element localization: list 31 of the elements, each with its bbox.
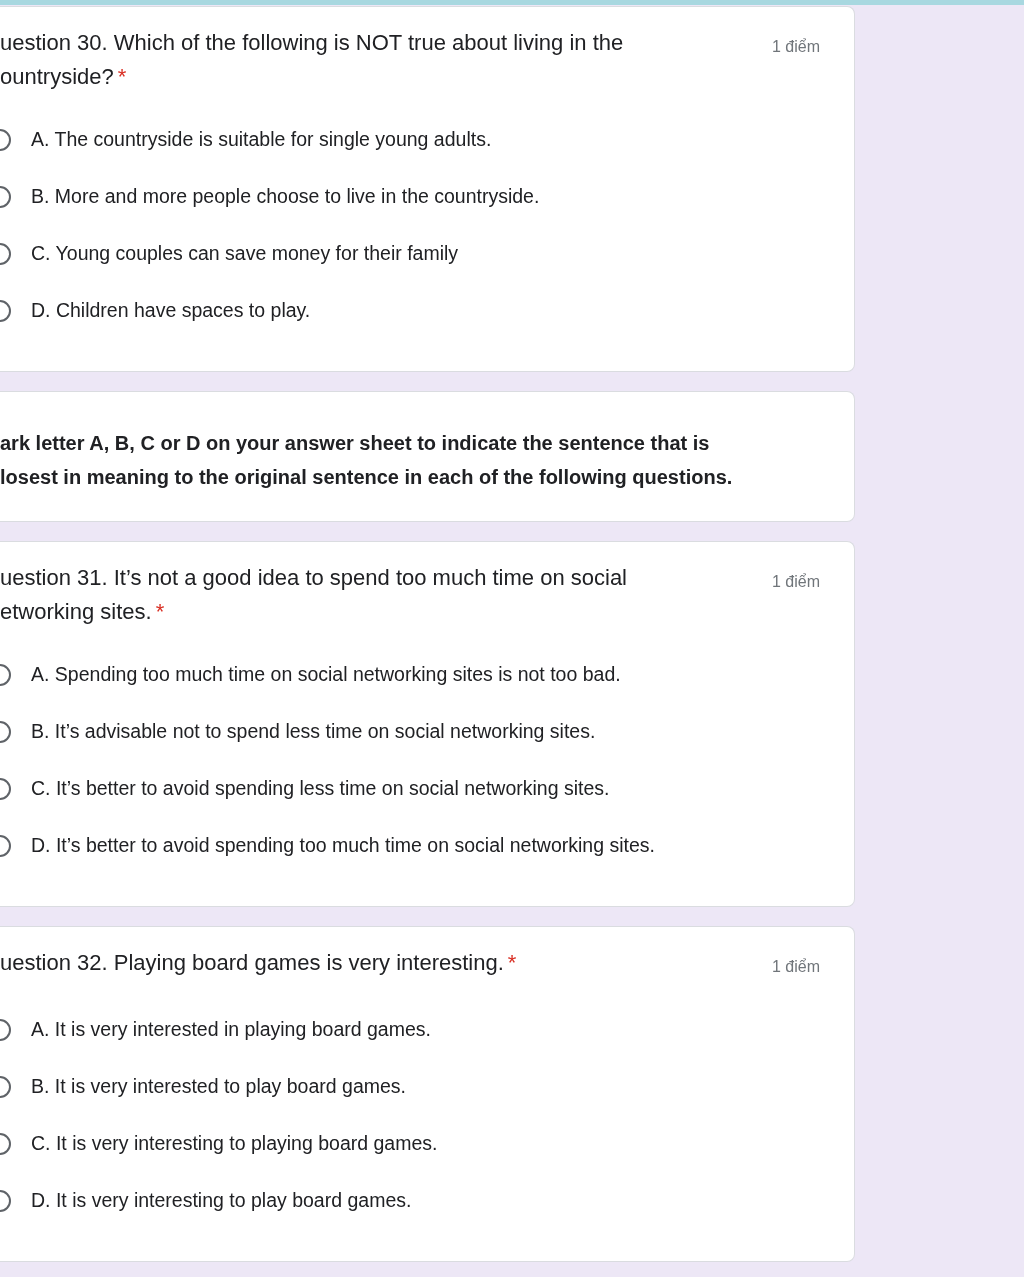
- option-label[interactable]: C. Young couples can save money for their family: [31, 242, 459, 265]
- option-label[interactable]: C. It is very interesting to playing board games.: [31, 1132, 438, 1155]
- option-label[interactable]: A. The countryside is suitable for single young adults.: [31, 128, 492, 151]
- question-title: uestion 31. It’s not a good idea to spend too much time on social etworking sites. *: [0, 564, 628, 626]
- points-label: 1 điểm: [771, 37, 820, 57]
- option-label[interactable]: D. Children have spaces to play.: [31, 299, 311, 322]
- option-label[interactable]: A. It is very interested in playing board games.: [31, 1018, 431, 1041]
- option-label[interactable]: B. More and more people choose to live in the countryside.: [31, 185, 540, 208]
- radio-button[interactable]: [0, 128, 11, 151]
- option-label[interactable]: D. It is very interesting to play board games.: [31, 1189, 412, 1212]
- instruction-text: ark letter A, B, C or D on your answer sheet to indicate the sentence that is losest in meaning to the original sentence in each of the following questions.: [0, 431, 734, 490]
- option-label[interactable]: C. It’s better to avoid spending less time on social networking sites.: [31, 777, 610, 800]
- question-title: uestion 32. Playing board games is very interesting. *: [0, 949, 518, 977]
- radio-button[interactable]: [0, 1075, 11, 1098]
- radio-button[interactable]: [0, 663, 11, 686]
- option-label[interactable]: A. Spending too much time on social networking sites is not too bad.: [31, 663, 621, 686]
- question-title: uestion 30. Which of the following is NOT true about living in the ountryside? *: [0, 29, 625, 91]
- radio-button[interactable]: [0, 777, 11, 800]
- radio-button[interactable]: [0, 299, 11, 322]
- points-label: 1 điểm: [771, 957, 820, 977]
- radio-button[interactable]: [0, 1189, 11, 1212]
- radio-button[interactable]: [0, 720, 11, 743]
- points-label: 1 điểm: [771, 572, 820, 592]
- option-label[interactable]: B. It is very interested to play board games.: [31, 1075, 406, 1098]
- radio-button[interactable]: [0, 834, 11, 857]
- radio-button[interactable]: [0, 185, 11, 208]
- option-label[interactable]: D. It’s better to avoid spending too much time on social networking sites.: [31, 834, 655, 857]
- radio-button[interactable]: [0, 1132, 11, 1155]
- radio-button[interactable]: [0, 1018, 11, 1041]
- radio-button[interactable]: [0, 242, 11, 265]
- option-label[interactable]: B. It’s advisable not to spend less time on social networking sites.: [31, 720, 596, 743]
